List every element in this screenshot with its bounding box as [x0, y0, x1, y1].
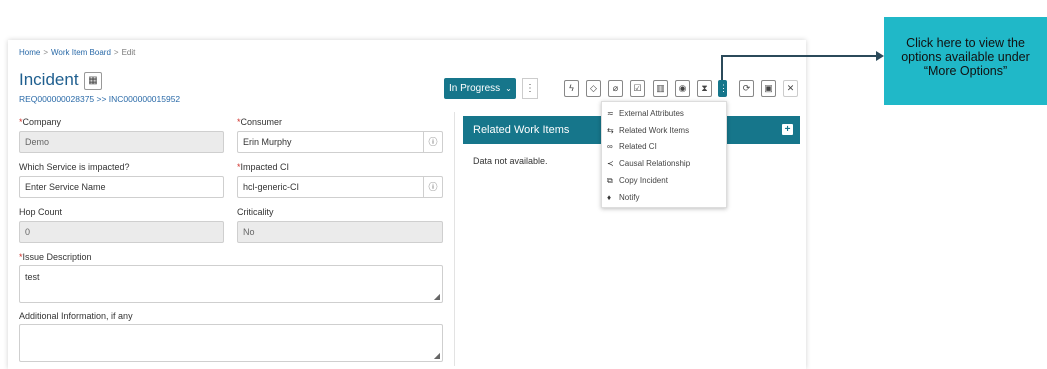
annotation-callout: Click here to view the options available… — [884, 17, 1047, 105]
